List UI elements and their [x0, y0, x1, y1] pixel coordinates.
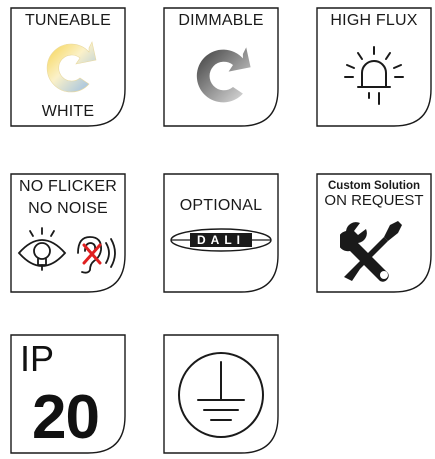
dimmable-c-icon	[196, 47, 251, 103]
dali-badge-icon: DALI	[170, 228, 272, 252]
tile-line1-label: NO FLICKER	[18, 178, 117, 195]
ip-prefix-label: IP	[20, 338, 55, 379]
ear-cross-icon	[77, 236, 116, 274]
eye-bulb-icon	[17, 227, 67, 271]
tile-no-flicker: NO FLICKER NO NOISE	[10, 173, 126, 293]
tile-earth-ground	[163, 334, 279, 454]
tile-bottom-label: WHITE	[41, 103, 95, 120]
ip-rating-label: 20	[32, 383, 100, 452]
tools-icon	[340, 221, 402, 282]
tile-custom-solution: Custom Solution ON REQUEST	[316, 173, 432, 293]
light-bulb-rays-icon	[344, 46, 404, 105]
tile-ip20: IP 20	[10, 334, 126, 454]
dali-badge-label: DALI	[197, 233, 245, 247]
tile-line1-label: Custom Solution	[328, 180, 420, 192]
earth-ground-icon	[178, 352, 264, 438]
tile-dimmable: DIMMABLE	[163, 7, 279, 127]
tile-top-label: TUNEABLE	[24, 12, 112, 29]
tile-tuneable-white: TUNEABLE WHITE	[10, 7, 126, 127]
tile-optional-dali: OPTIONAL DALI	[163, 173, 279, 293]
tile-line2-label: ON REQUEST	[324, 192, 424, 209]
tile-top-label: OPTIONAL	[179, 197, 263, 214]
tuneable-white-c-icon	[46, 41, 97, 93]
tile-high-flux: HIGH FLUX	[316, 7, 432, 127]
tile-line2-label: NO NOISE	[28, 200, 108, 217]
tile-top-label: DIMMABLE	[178, 12, 264, 29]
tile-top-label: HIGH FLUX	[330, 12, 418, 29]
